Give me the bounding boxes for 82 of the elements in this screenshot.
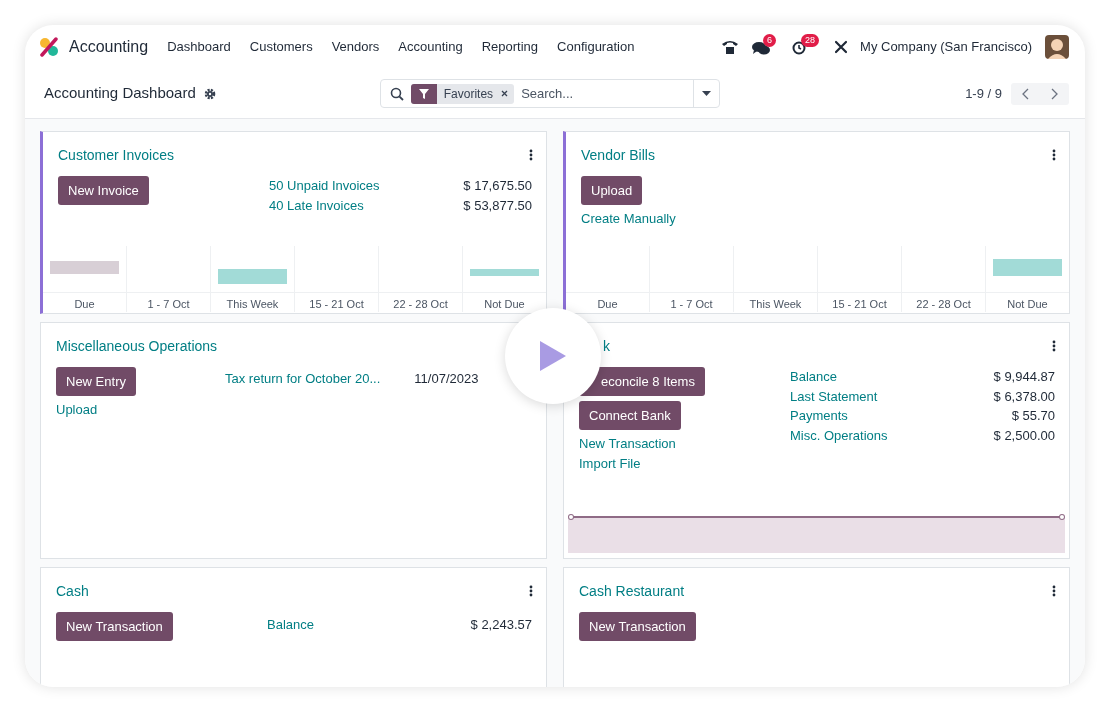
card-title[interactable]: Customer Invoices xyxy=(58,144,174,166)
caret-icon[interactable] xyxy=(701,91,711,96)
stat-link[interactable]: Tax return for October 20... xyxy=(225,369,381,389)
axis-label: This Week xyxy=(225,296,280,312)
axis-label: This Week xyxy=(748,296,803,312)
action-link[interactable]: Import File xyxy=(579,454,641,474)
stat-link[interactable]: Balance xyxy=(790,367,837,387)
stat-value: $ 17,675.50 xyxy=(463,177,532,195)
menu-item[interactable]: Dashboard xyxy=(167,37,231,57)
settings-icon[interactable] xyxy=(203,87,216,100)
action-button[interactable]: New Entry xyxy=(56,367,136,396)
chart-bar xyxy=(50,261,119,274)
stat-link[interactable]: Last Statement xyxy=(790,386,878,406)
axis-label: 1 - 7 Oct xyxy=(669,296,714,312)
tools-icon[interactable] xyxy=(834,40,849,54)
kebab-menu-icon[interactable] xyxy=(1052,149,1056,161)
chart-bar xyxy=(470,268,539,276)
avatar-icon[interactable] xyxy=(1045,35,1069,59)
filter-icon xyxy=(418,88,429,99)
action-button[interactable]: Upload xyxy=(581,176,643,205)
stat-value: $ 9,944.87 xyxy=(993,368,1055,386)
company-name[interactable]: My Company (San Francisco) xyxy=(860,37,1032,57)
card-title[interactable]: Vendor Bills xyxy=(581,144,655,166)
stat-value: $ 53,877.50 xyxy=(463,196,532,215)
stat-link[interactable]: Misc. Operations xyxy=(790,425,888,445)
action-link[interactable]: Create Manually xyxy=(581,209,676,229)
card-title[interactable]: Cash Restaurant xyxy=(579,580,685,602)
app-name[interactable]: Accounting xyxy=(69,35,149,59)
close-icon[interactable] xyxy=(501,90,509,97)
action-button[interactable]: New Invoice xyxy=(58,176,149,205)
action-button[interactable]: Connect Bank xyxy=(579,401,681,430)
action-button[interactable]: New Transaction xyxy=(56,612,173,641)
menu-item[interactable]: Reporting xyxy=(481,37,539,57)
stat-value: $ 2,243.57 xyxy=(470,616,532,634)
menu-item[interactable]: Customers xyxy=(249,37,313,57)
stat-link[interactable]: 50 Unpaid Invoices xyxy=(269,176,380,196)
kebab-menu-icon[interactable] xyxy=(529,585,533,597)
chart-bar xyxy=(993,258,1062,276)
activity-count-badge: 28 xyxy=(801,34,820,47)
message-count-badge: 6 xyxy=(763,34,777,47)
stat-value: $ 55.70 xyxy=(1011,407,1055,425)
page-title: Accounting Dashboard xyxy=(44,83,196,104)
axis-label: Not Due xyxy=(483,296,526,312)
axis-label: 15 - 21 Oct xyxy=(831,296,888,312)
axis-label: 15 - 21 Oct xyxy=(308,296,365,312)
stat-value: $ 2,500.00 xyxy=(993,426,1055,445)
phone-icon[interactable] xyxy=(721,39,740,55)
card-title[interactable]: k xyxy=(603,335,610,357)
play-icon xyxy=(538,340,568,372)
action-link[interactable]: Upload xyxy=(56,400,98,420)
chat-icon[interactable] xyxy=(752,41,771,56)
kebab-menu-icon[interactable] xyxy=(1052,585,1056,597)
chevron-right-icon xyxy=(1051,87,1058,100)
card-title[interactable]: Miscellaneous Operations xyxy=(56,335,218,357)
stat-value: $ 6,378.00 xyxy=(993,387,1055,406)
search-facet[interactable]: Favorites xyxy=(410,83,515,104)
action-link[interactable]: New Transaction xyxy=(579,434,676,454)
facet-label: Favorites xyxy=(443,85,494,103)
pager-value: 1-9 / 9 xyxy=(965,84,1002,103)
menu-item[interactable]: Vendors xyxy=(331,37,380,57)
action-button[interactable]: New Transaction xyxy=(579,612,696,641)
axis-label: 22 - 28 Oct xyxy=(915,296,972,312)
stat-link[interactable]: 40 Late Invoices xyxy=(269,195,364,215)
axis-label: 22 - 28 Oct xyxy=(392,296,449,312)
chart-bar xyxy=(218,268,287,284)
card-title[interactable]: Cash xyxy=(56,580,89,602)
axis-label: Due xyxy=(596,296,619,312)
clock-icon[interactable] xyxy=(792,41,807,55)
menu-item[interactable]: Accounting xyxy=(398,37,463,57)
app-logo-icon[interactable] xyxy=(39,37,59,57)
stat-link[interactable]: Payments xyxy=(790,406,848,426)
stat-link[interactable]: Balance xyxy=(267,615,314,635)
search-field[interactable]: Favorites Search... xyxy=(379,79,720,108)
kebab-menu-icon[interactable] xyxy=(529,149,533,161)
axis-label: 1 - 7 Oct xyxy=(146,296,191,312)
axis-label: Not Due xyxy=(1006,296,1049,312)
menu-item[interactable]: Configuration xyxy=(557,37,635,57)
stat-value: 11/07/2023 xyxy=(414,370,479,388)
chevron-left-icon xyxy=(1022,87,1029,100)
axis-label: Due xyxy=(73,296,96,312)
kebab-menu-icon[interactable] xyxy=(1052,340,1056,352)
search-icon xyxy=(389,86,404,101)
